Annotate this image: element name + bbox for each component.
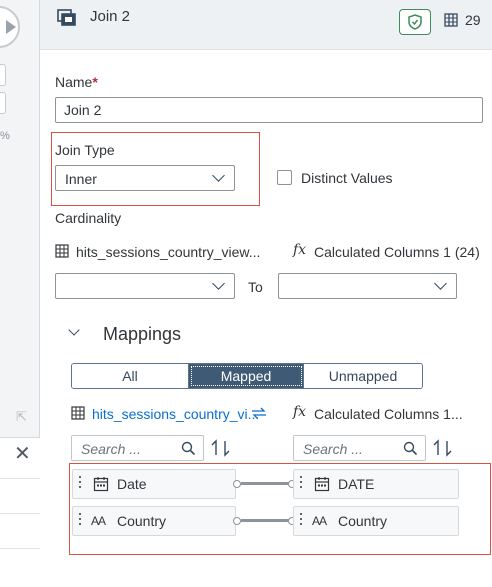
panel-title: Join 2 xyxy=(90,8,131,25)
cardinality-right-source: Calculated Columns 1 (24) xyxy=(314,244,480,260)
right-mapping-item[interactable]: DATE xyxy=(293,469,459,499)
zoom-percent-fragment: % xyxy=(0,130,10,142)
join-type-select[interactable]: Inner xyxy=(55,165,235,191)
chevron-down-icon xyxy=(212,277,225,290)
left-search-input[interactable]: Search ... xyxy=(71,435,204,461)
close-icon[interactable]: ✕ xyxy=(14,444,31,464)
drag-handle-icon[interactable] xyxy=(300,476,303,490)
shield-icon xyxy=(408,14,422,30)
left-mapping-item[interactable]: Date xyxy=(72,469,236,499)
mapping-connector-line[interactable] xyxy=(241,519,291,522)
connector-handle[interactable] xyxy=(233,480,241,488)
mapping-left-source-link[interactable]: hits_sessions_country_vi... xyxy=(92,406,259,422)
to-label: To xyxy=(248,279,263,295)
calendar-icon xyxy=(314,477,330,492)
text-type-icon: AA xyxy=(91,514,106,528)
sort-icon[interactable] xyxy=(211,439,231,457)
chevron-down-icon xyxy=(212,169,225,182)
right-mapping-item[interactable]: AA Country xyxy=(293,506,459,536)
left-column-name: Country xyxy=(117,513,167,529)
right-search-placeholder: Search ... xyxy=(303,441,363,457)
mappings-title: Mappings xyxy=(103,324,182,344)
right-column-name: DATE xyxy=(338,476,375,492)
zoom-out-control[interactable] xyxy=(0,92,6,114)
name-label-text: Name xyxy=(55,74,93,90)
distinct-values-label: Distinct Values xyxy=(301,170,393,186)
left-search-placeholder: Search ... xyxy=(81,441,141,457)
filter-all-button[interactable]: All xyxy=(72,364,189,388)
required-marker: * xyxy=(92,74,98,90)
function-fx-icon: fx xyxy=(293,242,307,258)
drag-handle-icon[interactable] xyxy=(79,476,82,490)
panel-header: Join 2 29 xyxy=(40,0,492,50)
join-properties-panel: Join 2 29 Name* Join Type Inner Distinct… xyxy=(40,0,492,587)
validate-button[interactable] xyxy=(399,9,431,35)
columns-icon[interactable] xyxy=(444,13,458,27)
right-column-name: Country xyxy=(338,513,388,529)
chevron-down-icon xyxy=(434,277,447,290)
zoom-in-control[interactable] xyxy=(0,64,6,86)
left-mapping-item[interactable]: AA Country xyxy=(72,506,236,536)
cardinality-left-source: hits_sessions_country_view... xyxy=(76,244,261,260)
play-icon[interactable] xyxy=(0,6,20,48)
name-input[interactable] xyxy=(55,97,483,123)
filter-mapped-button[interactable]: Mapped xyxy=(189,364,304,388)
right-search-input[interactable]: Search ... xyxy=(293,435,426,461)
filter-unmapped-button[interactable]: Unmapped xyxy=(304,364,422,388)
cardinality-label: Cardinality xyxy=(55,210,122,226)
join-type-label: Join Type xyxy=(55,142,115,158)
mappings-collapse-toggle[interactable] xyxy=(68,324,80,336)
drag-handle-icon[interactable] xyxy=(300,513,303,527)
join-type-value: Inner xyxy=(65,171,97,187)
left-column-name: Date xyxy=(117,476,147,492)
drag-handle-icon[interactable] xyxy=(79,513,82,527)
name-label: Name* xyxy=(55,74,98,90)
distinct-values-checkbox[interactable] xyxy=(277,170,292,185)
connector-handle[interactable] xyxy=(233,517,241,525)
resize-handle-icon[interactable]: ⇱ xyxy=(16,409,27,425)
mapping-filter-segmented-control: All Mapped Unmapped xyxy=(71,363,423,389)
column-count: 29 xyxy=(465,12,481,28)
table-icon xyxy=(71,406,85,420)
function-fx-icon: fx xyxy=(293,404,307,420)
mapping-connector-line[interactable] xyxy=(241,482,291,485)
search-icon xyxy=(181,441,196,456)
table-icon xyxy=(55,244,69,258)
left-cardinality-select[interactable] xyxy=(55,273,235,299)
sort-icon[interactable] xyxy=(433,439,453,457)
join-node-icon xyxy=(57,9,76,26)
calendar-icon xyxy=(93,477,109,492)
mapping-right-source: Calculated Columns 1... xyxy=(314,406,463,422)
swap-icon[interactable] xyxy=(250,405,268,421)
text-type-icon: AA xyxy=(312,514,327,528)
search-icon xyxy=(403,441,418,456)
right-cardinality-select[interactable] xyxy=(278,273,457,299)
